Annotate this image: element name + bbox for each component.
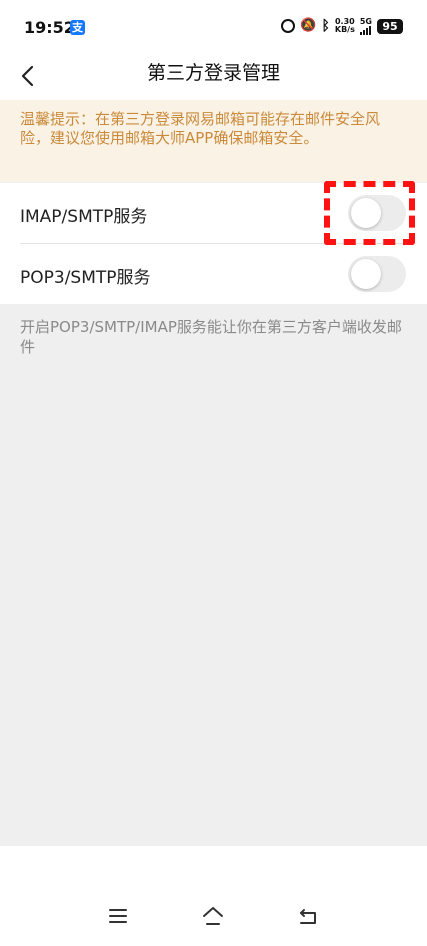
mute-bell-icon: 🔕 [300, 18, 317, 33]
notice-text: 温馨提示：在第三方登录网易邮箱可能存在邮件安全风险，建议您使用邮箱大师APP确保… [20, 110, 381, 147]
toggle-knob [351, 259, 381, 289]
bluetooth-icon: ᛒ [321, 18, 330, 34]
battery-icon: 95 [377, 18, 403, 34]
network-speed-unit: KB/s [334, 25, 355, 34]
status-bar: 19:52 支 🔕 ᛒ 0.30 KB/s 5G 95 [0, 0, 427, 54]
pop3-label: POP3/SMTP服务 [20, 268, 151, 288]
info-text: 开启POP3/SMTP/IMAP服务能让你在第三方客户端收发邮件 [20, 318, 402, 356]
back-icon[interactable] [296, 904, 320, 928]
menu-icon[interactable] [106, 904, 130, 928]
alarm-icon [281, 19, 296, 33]
network-speed: 0.30 KB/s [335, 18, 355, 34]
signal-icon: 5G [359, 16, 372, 35]
page-title: 第三方登录管理 [146, 62, 280, 84]
warning-notice: 温馨提示：在第三方登录网易邮箱可能存在邮件安全风险，建议您使用邮箱大师APP确保… [0, 100, 427, 182]
pop3-toggle[interactable] [348, 256, 406, 292]
alipay-icon: 支 [70, 20, 85, 35]
network-type: 5G [359, 16, 372, 26]
status-icons: 🔕 ᛒ 0.30 KB/s 5G 95 [281, 16, 403, 36]
system-nav-bar [0, 846, 427, 946]
setting-row-pop3: POP3/SMTP服务 [0, 244, 427, 304]
imap-label: IMAP/SMTP服务 [20, 207, 148, 227]
highlight-box [324, 181, 415, 245]
status-time: 19:52 [24, 18, 75, 37]
home-icon[interactable] [201, 904, 225, 928]
